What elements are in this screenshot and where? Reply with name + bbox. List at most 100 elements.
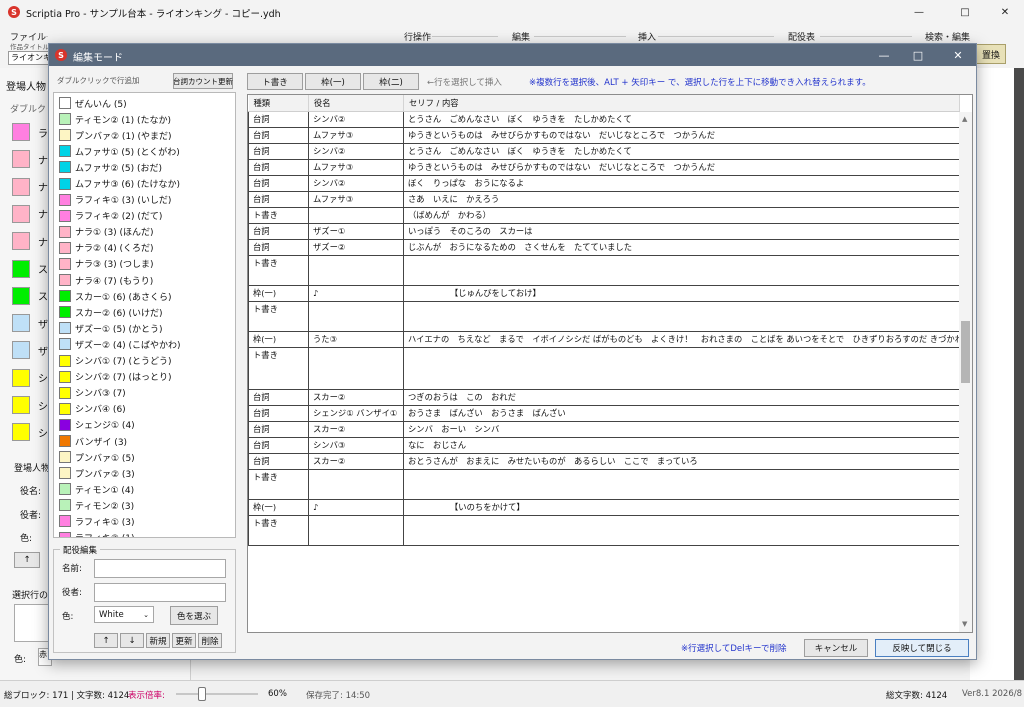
table-row[interactable]: 台詞 ムファサ③ さあ いえに かえろう <box>248 191 960 208</box>
cast-list-item[interactable]: ザズー② (4) (こばやかわ) <box>54 336 235 352</box>
cast-list-item[interactable]: ムファサ① (5) (とくがわ) <box>54 143 235 159</box>
cell-role[interactable] <box>308 301 404 332</box>
grid-scroll-thumb[interactable] <box>961 321 970 383</box>
cell-text[interactable]: いっぽう そのころの スカーは <box>403 223 960 240</box>
table-row[interactable]: ト書き <box>248 515 960 546</box>
cell-role[interactable]: スカー② <box>308 389 404 406</box>
side-cast-row[interactable]: シ <box>12 423 48 442</box>
table-row[interactable]: 枠(一) ♪ 【じゅんびをしておけ】 <box>248 285 960 302</box>
insert-frame-2-button[interactable]: 枠(二) <box>363 73 419 90</box>
cell-role[interactable] <box>308 469 404 500</box>
cell-type[interactable]: 台詞 <box>248 405 309 422</box>
cast-list-item[interactable]: スカー① (6) (あさくら) <box>54 288 235 304</box>
cell-type[interactable]: ト書き <box>248 207 309 224</box>
table-row[interactable]: 台詞 シェンジ① バンザイ① おうさま ばんざい おうさま ばんざい <box>248 405 960 422</box>
cast-list-item[interactable]: バンザイ (3) <box>54 433 235 449</box>
table-row[interactable]: ト書き <box>248 347 960 390</box>
table-row[interactable]: ト書き （ばめんが かわる） <box>248 207 960 224</box>
cast-list-item[interactable]: プンバァ① (5) <box>54 449 235 465</box>
cell-role[interactable]: シンバ② <box>308 143 404 160</box>
table-row[interactable]: 台詞 ザズー② じぶんが おうになるための さくせんを たてていました <box>248 239 960 256</box>
cell-role[interactable]: ザズー② <box>308 239 404 256</box>
cell-text[interactable]: じぶんが おうになるための さくせんを たてていました <box>403 239 960 256</box>
editor-update-button[interactable]: 更新 <box>172 633 196 648</box>
ribbon-group-search[interactable]: 検索・編集 <box>925 30 970 43</box>
side-cast-row[interactable]: ナ <box>12 177 48 196</box>
cell-type[interactable]: 台詞 <box>248 453 309 470</box>
cast-list-item[interactable]: ぜんいん (5) <box>54 95 235 111</box>
cell-role[interactable] <box>308 515 404 546</box>
ribbon-group-insert[interactable]: 挿入 <box>638 30 656 43</box>
cell-text[interactable]: とうさん ごめんなさい ぼく ゆうきを たしかめたくて <box>403 143 960 160</box>
cast-list-item[interactable]: ムファサ③ (6) (たけなか) <box>54 175 235 191</box>
cast-list-item[interactable]: シンバ③ (7) <box>54 385 235 401</box>
cell-text[interactable] <box>403 301 960 332</box>
cell-text[interactable]: さあ いえに かえろう <box>403 191 960 208</box>
dialog-maximize-icon[interactable]: □ <box>900 44 936 66</box>
cell-text[interactable]: 【いのちをかけて】 <box>403 499 960 516</box>
cancel-button[interactable]: キャンセル <box>804 639 868 657</box>
cell-role[interactable]: ムファサ③ <box>308 191 404 208</box>
cell-type[interactable]: ト書き <box>248 469 309 500</box>
cell-text[interactable]: おうさま ばんざい おうさま ばんざい <box>403 405 960 422</box>
side-cast-row[interactable]: シ <box>12 396 48 414</box>
cast-list-item[interactable]: シンバ② (7) (はっとり) <box>54 369 235 385</box>
cell-role[interactable] <box>308 207 404 224</box>
dialog-close-icon[interactable]: ✕ <box>940 44 976 66</box>
cell-role[interactable]: ♪ <box>308 499 404 516</box>
cell-role[interactable]: シンバ② <box>308 175 404 192</box>
cell-type[interactable]: ト書き <box>248 301 309 332</box>
cell-text[interactable]: おとうさんが おまえに みせたいものが あるらしい ここで まっていろ <box>403 453 960 470</box>
dialog-title-bar[interactable]: S 編集モード □ — ✕ <box>49 44 976 66</box>
cell-text[interactable]: シンバ おーい シンバ <box>403 421 960 438</box>
cast-list-item[interactable]: スカー② (6) (いけだ) <box>54 304 235 320</box>
table-row[interactable]: 台詞 シンバ② とうさん ごめんなさい ぼく ゆうきを たしかめたくて <box>248 111 960 128</box>
cell-role[interactable]: ザズー① <box>308 223 404 240</box>
cast-list[interactable]: ぜんいん (5) ティモン② (1) (たなか) プンバァ② (1) (やまだ) ムフ… <box>53 92 236 538</box>
cell-type[interactable]: 台詞 <box>248 175 309 192</box>
side-cast-row[interactable]: ザ <box>12 314 48 333</box>
cast-list-item[interactable]: ナラ④ (7) (もうり) <box>54 272 235 288</box>
ribbon-group-row-ops[interactable]: 行操作 <box>404 30 431 43</box>
cell-role[interactable] <box>308 347 404 390</box>
table-row[interactable]: 台詞 ムファサ③ ゆうきというものは みせびらかすものではない だいじなところで つ… <box>248 127 960 144</box>
cast-list-item[interactable]: ラフィキ① (3) (いしだ) <box>54 192 235 208</box>
ribbon-group-cast[interactable]: 配役表 <box>788 30 815 43</box>
cell-role[interactable]: スカー② <box>308 421 404 438</box>
cell-type[interactable]: 台詞 <box>248 389 309 406</box>
cell-type[interactable]: 枠(一) <box>248 285 309 302</box>
cell-type[interactable]: 台詞 <box>248 223 309 240</box>
header-text[interactable]: セリフ / 内容 <box>403 95 960 112</box>
cast-list-item[interactable]: ティモン② (3) <box>54 497 235 513</box>
cast-list-item[interactable]: ナラ② (4) (くろだ) <box>54 240 235 256</box>
cast-list-item[interactable]: ティモン① (4) <box>54 481 235 497</box>
table-row[interactable]: 台詞 シンバ② ぼく りっぱな おうになるよ <box>248 175 960 192</box>
cell-text[interactable]: 【じゅんびをしておけ】 <box>403 285 960 302</box>
cast-list-item[interactable]: ナラ③ (3) (つしま) <box>54 256 235 272</box>
table-row[interactable]: 台詞 シンバ③ なに おじさん <box>248 437 960 454</box>
cell-role[interactable]: うた③ <box>308 331 404 348</box>
cell-type[interactable]: 台詞 <box>248 437 309 454</box>
table-row[interactable]: 枠(一) うた③ ハイエナの ちえなど まるで イボイノシシだ ばがものども よくき… <box>248 331 960 348</box>
table-row[interactable]: ト書き <box>248 255 960 286</box>
cast-list-item[interactable]: ザズー① (5) (かとう) <box>54 320 235 336</box>
editor-actor-input[interactable] <box>94 583 226 602</box>
zoom-slider[interactable] <box>176 693 258 695</box>
ribbon-group-edit[interactable]: 編集 <box>512 30 530 43</box>
cast-list-item[interactable]: シンバ① (7) (とうどう) <box>54 353 235 369</box>
cell-role[interactable]: シンバ② <box>308 111 404 128</box>
cell-text[interactable]: ぼく りっぱな おうになるよ <box>403 175 960 192</box>
grid-scrollbar[interactable]: ▲ ▼ <box>959 112 972 632</box>
table-row[interactable]: 枠(一) ♪ 【いのちをかけて】 <box>248 499 960 516</box>
cell-type[interactable]: 台詞 <box>248 127 309 144</box>
apply-and-close-button[interactable]: 反映して閉じる <box>875 639 969 657</box>
table-row[interactable]: ト書き <box>248 469 960 500</box>
cast-list-item[interactable]: ラフィキ② (2) (だて) <box>54 208 235 224</box>
cell-role[interactable]: シンバ③ <box>308 437 404 454</box>
table-row[interactable]: 台詞 スカー② おとうさんが おまえに みせたいものが あるらしい ここで まってい… <box>248 453 960 470</box>
dialog-minimize-icon[interactable]: — <box>866 44 902 66</box>
cell-role[interactable]: ムファサ③ <box>308 159 404 176</box>
editor-delete-button[interactable]: 削除 <box>198 633 222 648</box>
cell-type[interactable]: 台詞 <box>248 191 309 208</box>
script-grid[interactable]: 種類 役名 セリフ / 内容 台詞 シンバ② とうさん ごめんなさい ぼく ゆうきを… <box>247 94 973 633</box>
